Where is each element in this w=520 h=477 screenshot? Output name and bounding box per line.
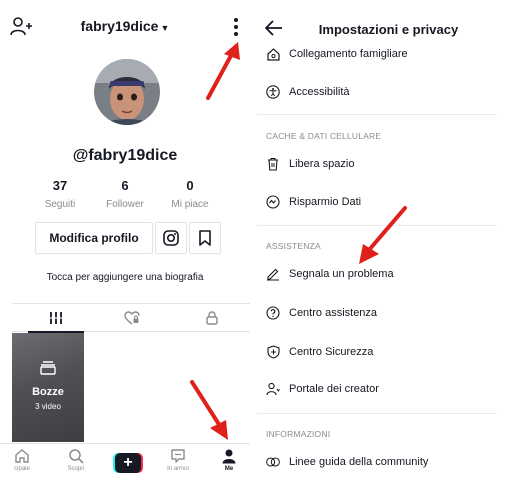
drafts-icon <box>12 361 84 380</box>
community-icon <box>266 455 280 469</box>
panel-gap <box>250 0 257 477</box>
nav-me[interactable]: Me <box>209 448 249 472</box>
settings-item-creator-portal[interactable]: Portale dei creator <box>266 376 506 402</box>
settings-item-safety-center[interactable]: Centro Sicurezza <box>266 339 506 365</box>
settings-item-label: Centro Sicurezza <box>289 346 374 358</box>
profile-tabs <box>12 303 250 333</box>
settings-item-accessibility[interactable]: Accessibilità <box>266 79 506 105</box>
profile-screen: fabry19dice ▼ @fabry19dice 37 Seguiti 6 F… <box>0 0 250 477</box>
home-icon <box>2 448 42 464</box>
stat-likes[interactable]: 0 Mi piace <box>160 178 220 210</box>
stat-value: 6 <box>121 178 129 193</box>
stat-followers[interactable]: 6 Follower <box>95 178 155 210</box>
bio-prompt[interactable]: Tocca per aggiungere una biografia <box>0 272 250 283</box>
settings-title: Impostazioni e privacy <box>318 22 459 37</box>
stat-label: Follower <box>106 199 144 210</box>
profile-username[interactable]: fabry19dice ▼ <box>0 18 250 34</box>
settings-item-report-problem[interactable]: Segnala un problema <box>266 261 506 287</box>
bookmark-button[interactable] <box>189 222 221 254</box>
settings-item-label: Libera spazio <box>289 158 355 170</box>
settings-item-help-center[interactable]: Centro assistenza <box>266 300 506 326</box>
username-text: fabry19dice <box>80 18 159 34</box>
bottom-nav: cipale Scopri + In arrivo Me <box>0 443 250 477</box>
drafts-count: 3 video <box>35 402 61 411</box>
nav-home[interactable]: cipale <box>2 448 42 472</box>
settings-item-label: Collegamento famigliare <box>289 48 408 60</box>
grid-icon <box>49 312 63 324</box>
help-icon <box>266 306 280 320</box>
stat-label: Seguiti <box>44 199 76 210</box>
settings-item-free-space[interactable]: Libera spazio <box>266 151 506 177</box>
settings-item-label: Segnala un problema <box>289 268 394 280</box>
settings-item-label: Risparmio Dati <box>289 196 362 208</box>
settings-item-label: Linee guida della community <box>289 456 429 468</box>
bookmark-icon <box>199 230 211 246</box>
stat-following[interactable]: 37 Seguiti <box>30 178 90 210</box>
creator-icon <box>266 382 280 396</box>
search-icon <box>56 448 96 464</box>
lock-icon <box>206 311 218 325</box>
divider <box>257 114 497 115</box>
nav-discover-label: Scopri <box>67 466 85 472</box>
profile-header: fabry19dice ▼ <box>0 0 250 50</box>
settings-header: Impostazioni e privacy <box>257 0 520 45</box>
nav-discover[interactable]: Scopri <box>56 448 96 472</box>
pencil-icon <box>266 267 280 281</box>
settings-item-label: Centro assistenza <box>289 307 378 319</box>
instagram-button[interactable] <box>155 222 187 254</box>
stat-value: 0 <box>186 178 194 193</box>
more-vertical-icon[interactable] <box>229 16 243 38</box>
stat-label: Mi piace <box>171 199 209 210</box>
divider <box>257 225 497 226</box>
tab-videos[interactable] <box>28 304 84 333</box>
nav-home-label: cipale <box>14 466 30 472</box>
tab-liked[interactable] <box>104 304 160 332</box>
annotation-arrow-me <box>190 380 228 440</box>
edit-profile-button[interactable]: Modifica profilo <box>35 222 153 254</box>
instagram-icon <box>163 230 179 246</box>
data-saver-icon <box>266 195 280 209</box>
section-header-cache: CACHE & DATI CELLULARE <box>266 131 382 141</box>
profile-stats: 37 Seguiti 6 Follower 0 Mi piace <box>30 178 220 210</box>
plus-icon: + <box>115 453 141 473</box>
drafts-title: Bozze <box>32 386 64 398</box>
tab-private[interactable] <box>184 304 240 332</box>
chevron-down-icon: ▼ <box>160 23 170 33</box>
create-button[interactable]: + <box>113 453 143 473</box>
shield-icon <box>266 345 280 359</box>
section-header-support: ASSISTENZA <box>266 241 321 251</box>
profile-handle: @fabry19dice <box>72 147 178 164</box>
inbox-icon <box>158 448 198 464</box>
settings-item-data-saver[interactable]: Risparmio Dati <box>266 189 506 215</box>
nav-inbox-label: In arrivo <box>167 466 189 472</box>
avatar[interactable] <box>94 59 160 125</box>
person-icon <box>209 448 249 464</box>
accessibility-icon <box>266 85 280 99</box>
heart-lock-icon <box>124 311 140 325</box>
stat-value: 37 <box>52 178 68 193</box>
house-icon <box>266 47 280 61</box>
section-header-info: INFORMAZIONI <box>266 429 331 439</box>
settings-item-label: Portale dei creator <box>289 383 379 395</box>
trash-icon <box>266 157 280 171</box>
nav-inbox[interactable]: In arrivo <box>158 448 198 472</box>
settings-item-community-guidelines[interactable]: Linee guida della community <box>266 449 506 475</box>
settings-item-label: Accessibilità <box>289 86 350 98</box>
divider <box>257 413 497 414</box>
nav-me-label: Me <box>224 466 234 472</box>
settings-screen: Impostazioni e privacy Collegamento fami… <box>257 0 520 477</box>
settings-item-family-pairing[interactable]: Collegamento famigliare <box>266 41 506 67</box>
drafts-tile[interactable]: Bozze 3 video <box>12 333 84 442</box>
